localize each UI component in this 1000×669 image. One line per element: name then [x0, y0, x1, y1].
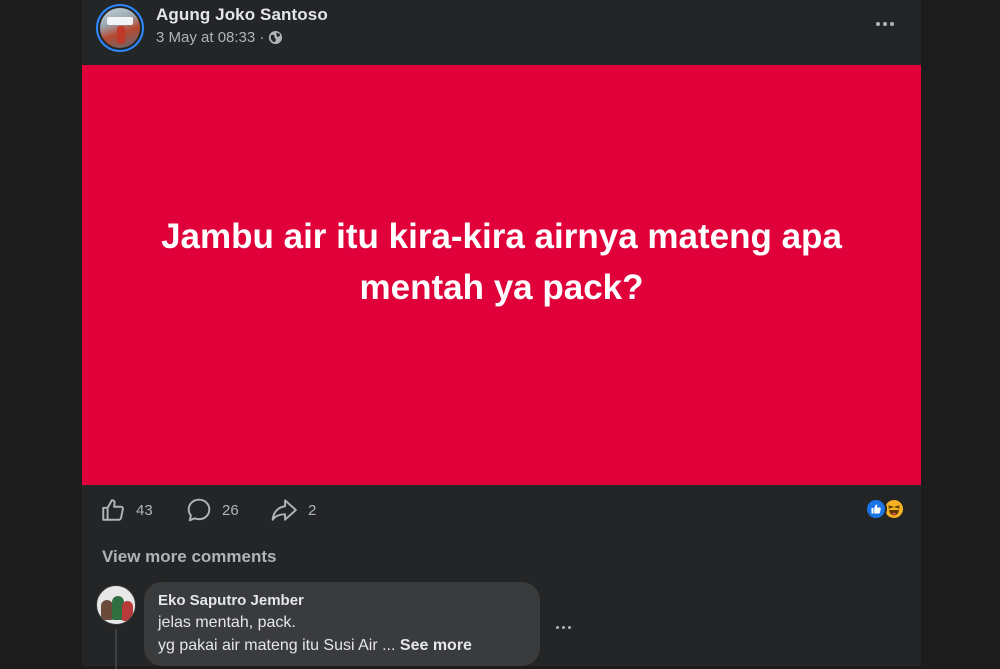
- comment-bubble: Eko Saputro Jember jelas mentah, pack. y…: [144, 582, 540, 666]
- thumbs-up-icon: [102, 499, 124, 521]
- author-avatar[interactable]: [96, 4, 144, 52]
- comment-more-icon[interactable]: [556, 622, 574, 632]
- post-card: Agung Joko Santoso 3 May at 08:33 · Jamb…: [82, 0, 921, 669]
- see-more-link[interactable]: See more: [400, 637, 472, 654]
- share-button[interactable]: 2: [270, 497, 316, 523]
- comment-button[interactable]: 26: [186, 497, 239, 523]
- share-count: 2: [308, 501, 317, 519]
- author-name[interactable]: Agung Joko Santoso: [156, 5, 328, 25]
- post-text-banner: Jambu air itu kira-kira airnya mateng ap…: [82, 65, 921, 485]
- reactions-summary[interactable]: [865, 498, 905, 520]
- globe-icon: [269, 30, 283, 45]
- comment-count: 26: [222, 501, 239, 519]
- post-meta: 3 May at 08:33 ·: [156, 29, 283, 46]
- thread-line: [115, 629, 117, 669]
- comment-text-line-2: yg pakai air mateng itu Susi Air ... See…: [158, 637, 472, 655]
- like-button[interactable]: 43: [100, 497, 153, 523]
- like-reaction-icon: [865, 498, 887, 520]
- share-icon: [271, 499, 297, 521]
- comment-icon: [187, 498, 211, 522]
- more-horizontal-icon[interactable]: [873, 14, 897, 34]
- comment-text-truncated: yg pakai air mateng itu Susi Air ...: [158, 637, 396, 654]
- like-count: 43: [136, 501, 153, 519]
- banner-text: Jambu air itu kira-kira airnya mateng ap…: [161, 217, 842, 307]
- commenter-avatar[interactable]: [96, 585, 136, 625]
- view-more-comments-link[interactable]: View more comments: [102, 547, 276, 567]
- comment-text-line-1: jelas mentah, pack.: [158, 614, 296, 631]
- post-timestamp[interactable]: 3 May at 08:33 ·: [156, 29, 264, 46]
- post-actions-bar: 43 26 2: [82, 485, 921, 535]
- comment-item: Eko Saputro Jember jelas mentah, pack. y…: [82, 582, 921, 669]
- commenter-name[interactable]: Eko Saputro Jember: [158, 592, 304, 609]
- author-avatar-image: [100, 8, 140, 48]
- post-header: Agung Joko Santoso 3 May at 08:33 ·: [82, 0, 921, 65]
